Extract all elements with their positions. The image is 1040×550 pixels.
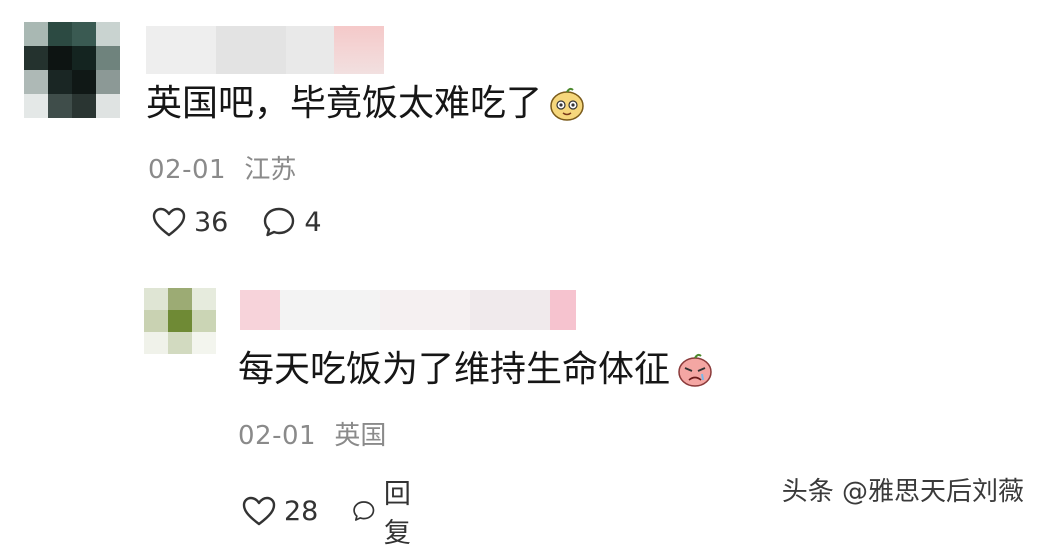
like-count: 28 [284,495,319,527]
speech-bubble-icon [353,501,375,521]
comment-meta: 02-01 英国 [238,415,386,452]
comment-location: 英国 [334,421,387,451]
username-redacted[interactable] [240,290,576,330]
sad-face-emoji-icon [676,352,714,388]
reply-button[interactable]: 回复 [352,472,421,550]
heart-outline-icon [152,207,186,237]
comment-text-content: 每天吃饭为了维持生命体征 [238,349,671,390]
avatar[interactable] [24,22,120,118]
comment-meta: 02-01 江苏 [148,149,296,186]
comment-date: 02-01 [238,421,317,451]
comment-location: 江苏 [244,155,297,185]
comment-text: 每天吃饭为了维持生命体征 [238,348,714,392]
cute-face-emoji-icon [548,86,586,122]
comment-actions: 36 4 [152,206,356,238]
comment-date: 02-01 [148,155,227,185]
watermark: 头条 @雅思天后刘薇 [781,477,1024,507]
avatar[interactable] [144,288,216,354]
like-button[interactable]: 36 [152,207,228,238]
reply-label: 回复 [383,479,411,549]
comment-text-content: 英国吧，毕竟饭太难吃了 [146,83,543,124]
comment-text: 英国吧，毕竟饭太难吃了 [146,82,586,126]
comment-actions: 28 回复 [242,472,455,550]
reply-button[interactable]: 4 [262,206,322,238]
speech-bubble-icon [264,207,295,237]
heart-outline-icon [242,496,276,526]
like-count: 36 [194,206,229,238]
like-button[interactable]: 28 [242,496,318,527]
username-redacted[interactable] [146,26,384,74]
reply-count: 4 [304,206,322,238]
